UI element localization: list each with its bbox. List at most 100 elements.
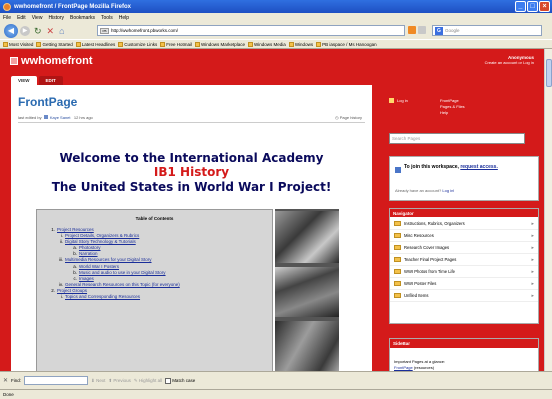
toc-link[interactable]: Project Resources — [57, 227, 94, 232]
navigation-toolbar: ◀ ▶ ↻ ✕ ⌂ PB http://wwhomefront.pbworks.… — [0, 22, 552, 39]
navigator-panel: Navigator Instructions, Rubrics, Organiz… — [389, 208, 539, 371]
tab-edit[interactable]: EDIT — [38, 76, 63, 85]
navigator-item[interactable]: Instructions, Rubrics, Organizers ▸ — [390, 218, 538, 230]
close-button[interactable]: × — [539, 1, 550, 12]
toc-link[interactable]: Images — [79, 276, 94, 281]
menu-view[interactable]: View — [32, 15, 43, 21]
page-history-link[interactable]: Page history — [340, 115, 362, 120]
find-previous-button[interactable]: ⬆ Previous — [108, 378, 131, 384]
back-button[interactable]: ◀ — [4, 23, 18, 38]
home-icon[interactable]: ⌂ — [59, 25, 64, 37]
menu-file[interactable]: File — [3, 15, 11, 21]
bookmark-item[interactable]: Customize Links — [118, 41, 158, 47]
toc-link[interactable]: Project Groups — [57, 288, 87, 293]
stop-icon[interactable]: ✕ — [47, 25, 55, 37]
bookmark-label: Customize Links — [124, 41, 158, 47]
sidebar-text: Important Pages at a glance: — [394, 359, 446, 364]
navigator-item[interactable]: Misc Resources ▸ — [390, 230, 538, 242]
bookmark-item[interactable]: Most Visited — [3, 41, 33, 47]
toc-link[interactable]: Photostory — [79, 245, 101, 250]
navigator-item-label: Teacher Final Project Pages — [404, 257, 457, 262]
checkbox-icon[interactable] — [165, 377, 172, 384]
join-prefix: To join this workspace, — [404, 164, 459, 170]
toc-link[interactable]: Topics and Corresponding Resources — [65, 294, 140, 299]
sidebar-panel: SideBar Important Pages at a glance: Fro… — [389, 338, 539, 371]
account-link[interactable]: Create an account or Log in — [485, 60, 534, 65]
ww1-photo — [275, 211, 339, 263]
site-name[interactable]: wwhomefront — [21, 55, 93, 67]
toc-link[interactable]: Digital Story Technology & Tutorials — [65, 239, 136, 244]
folder-icon — [394, 293, 401, 298]
address-bar[interactable]: PB http://wwhomefront.pbworks.com/ — [97, 25, 405, 36]
highlight-all-button[interactable]: ✎ Highlight all — [134, 378, 162, 384]
account-info: Anonymous Create an account or Log in — [485, 55, 534, 65]
search-placeholder: Google — [445, 28, 460, 33]
navigator-item[interactable]: Unfiled Items ▸ — [390, 290, 538, 302]
forward-button[interactable]: ▶ — [20, 25, 30, 36]
login-link-secondary[interactable]: Log in! — [442, 188, 454, 193]
bookmark-item[interactable]: Latest Headlines — [75, 41, 115, 47]
toc-link[interactable]: General Research Resources on this Topic… — [65, 282, 180, 287]
bookmark-icon — [160, 41, 166, 47]
menu-edit[interactable]: Edit — [17, 15, 26, 21]
request-access-link[interactable]: request access. — [460, 164, 498, 170]
find-next-button[interactable]: ⬇ Next — [91, 378, 105, 384]
sidebar-frontpage-link[interactable]: FrontPage — [394, 365, 413, 370]
window-controls: _ □ × — [515, 1, 550, 12]
editor-link[interactable]: Kaye Sanet — [50, 115, 71, 120]
maximize-button[interactable]: □ — [527, 1, 538, 12]
reload-icon[interactable]: ↻ — [34, 25, 42, 37]
toc-link[interactable]: Multimedia Resources for your Digital St… — [65, 257, 152, 262]
close-find-icon[interactable]: ✕ — [3, 377, 8, 384]
bookmark-item[interactable]: Windows Media — [248, 41, 286, 47]
quick-link-help[interactable]: Help — [440, 110, 465, 116]
search-pages-input[interactable]: Search Pages — [389, 133, 525, 144]
bookmark-item[interactable]: Free Hotmail — [160, 41, 192, 47]
toc-link[interactable]: Music and audio to use in your Digital S… — [79, 270, 166, 275]
login-link[interactable]: Log in — [397, 98, 408, 103]
bookmark-star-icon[interactable] — [418, 26, 426, 34]
match-case-label: Match case — [172, 377, 196, 383]
page-tabs: VIEW EDIT — [11, 76, 63, 85]
bookmark-icon — [248, 41, 254, 47]
navigator-item-label: Misc Resources — [404, 233, 434, 238]
toc-link[interactable]: World War I Posters — [79, 264, 119, 269]
vertical-scrollbar[interactable] — [544, 49, 552, 371]
search-bar[interactable]: G Google — [432, 25, 542, 36]
address-url[interactable]: http://wwhomefront.pbworks.com/ — [111, 28, 178, 33]
workspace-logo-icon — [10, 57, 18, 65]
bookmark-item[interactable]: Getting Started — [36, 41, 73, 47]
menu-bookmarks[interactable]: Bookmarks — [70, 15, 95, 21]
window-titlebar: wwhomefront / FrontPage Mozilla Firefox … — [0, 0, 552, 13]
folder-icon — [394, 257, 401, 262]
menu-help[interactable]: Help — [119, 15, 129, 21]
navigator-item[interactable]: WWI Poster Files ▸ — [390, 278, 538, 290]
navigator-item[interactable]: Teacher Final Project Pages ▸ — [390, 254, 538, 266]
bookmark-item[interactable]: PB iaspace / Ms Hanoogan — [316, 41, 377, 47]
find-input[interactable] — [24, 376, 89, 385]
folder-icon — [394, 233, 401, 238]
bookmark-icon — [195, 41, 201, 47]
bookmark-item[interactable]: Windows Marketplace — [195, 41, 245, 47]
search-engine-icon[interactable]: G — [435, 26, 443, 35]
already-text: Already have an account? — [395, 188, 442, 193]
navigator-header: Navigator — [390, 209, 538, 371]
page-history[interactable]: ◷ Page history — [335, 115, 362, 120]
match-case-checkbox[interactable]: Match case — [165, 377, 196, 384]
chevron-right-icon: ▸ — [531, 256, 534, 263]
rss-feed-icon[interactable] — [408, 26, 416, 34]
toc-link[interactable]: Narration — [79, 251, 98, 256]
tab-view[interactable]: VIEW — [11, 76, 37, 85]
toc-item: i. Topics and Corresponding Resources — [47, 294, 180, 300]
menu-tools[interactable]: Tools — [101, 15, 113, 21]
minimize-button[interactable]: _ — [515, 1, 526, 12]
bookmark-item[interactable]: Windows — [288, 41, 313, 47]
menu-history[interactable]: History — [48, 15, 64, 21]
toc-link[interactable]: Project Details, Organizers & Rubrics — [65, 233, 139, 238]
navigator-item[interactable]: WWI Photos from Time Life ▸ — [390, 266, 538, 278]
toc-item-number: ii. — [59, 239, 63, 245]
menu-bar: File Edit View History Bookmarks Tools H… — [0, 13, 552, 22]
navigator-item[interactable]: Research Cover Images ▸ — [390, 242, 538, 254]
scrollbar-thumb[interactable] — [546, 59, 552, 87]
toc-item-number: 2. — [51, 287, 55, 293]
